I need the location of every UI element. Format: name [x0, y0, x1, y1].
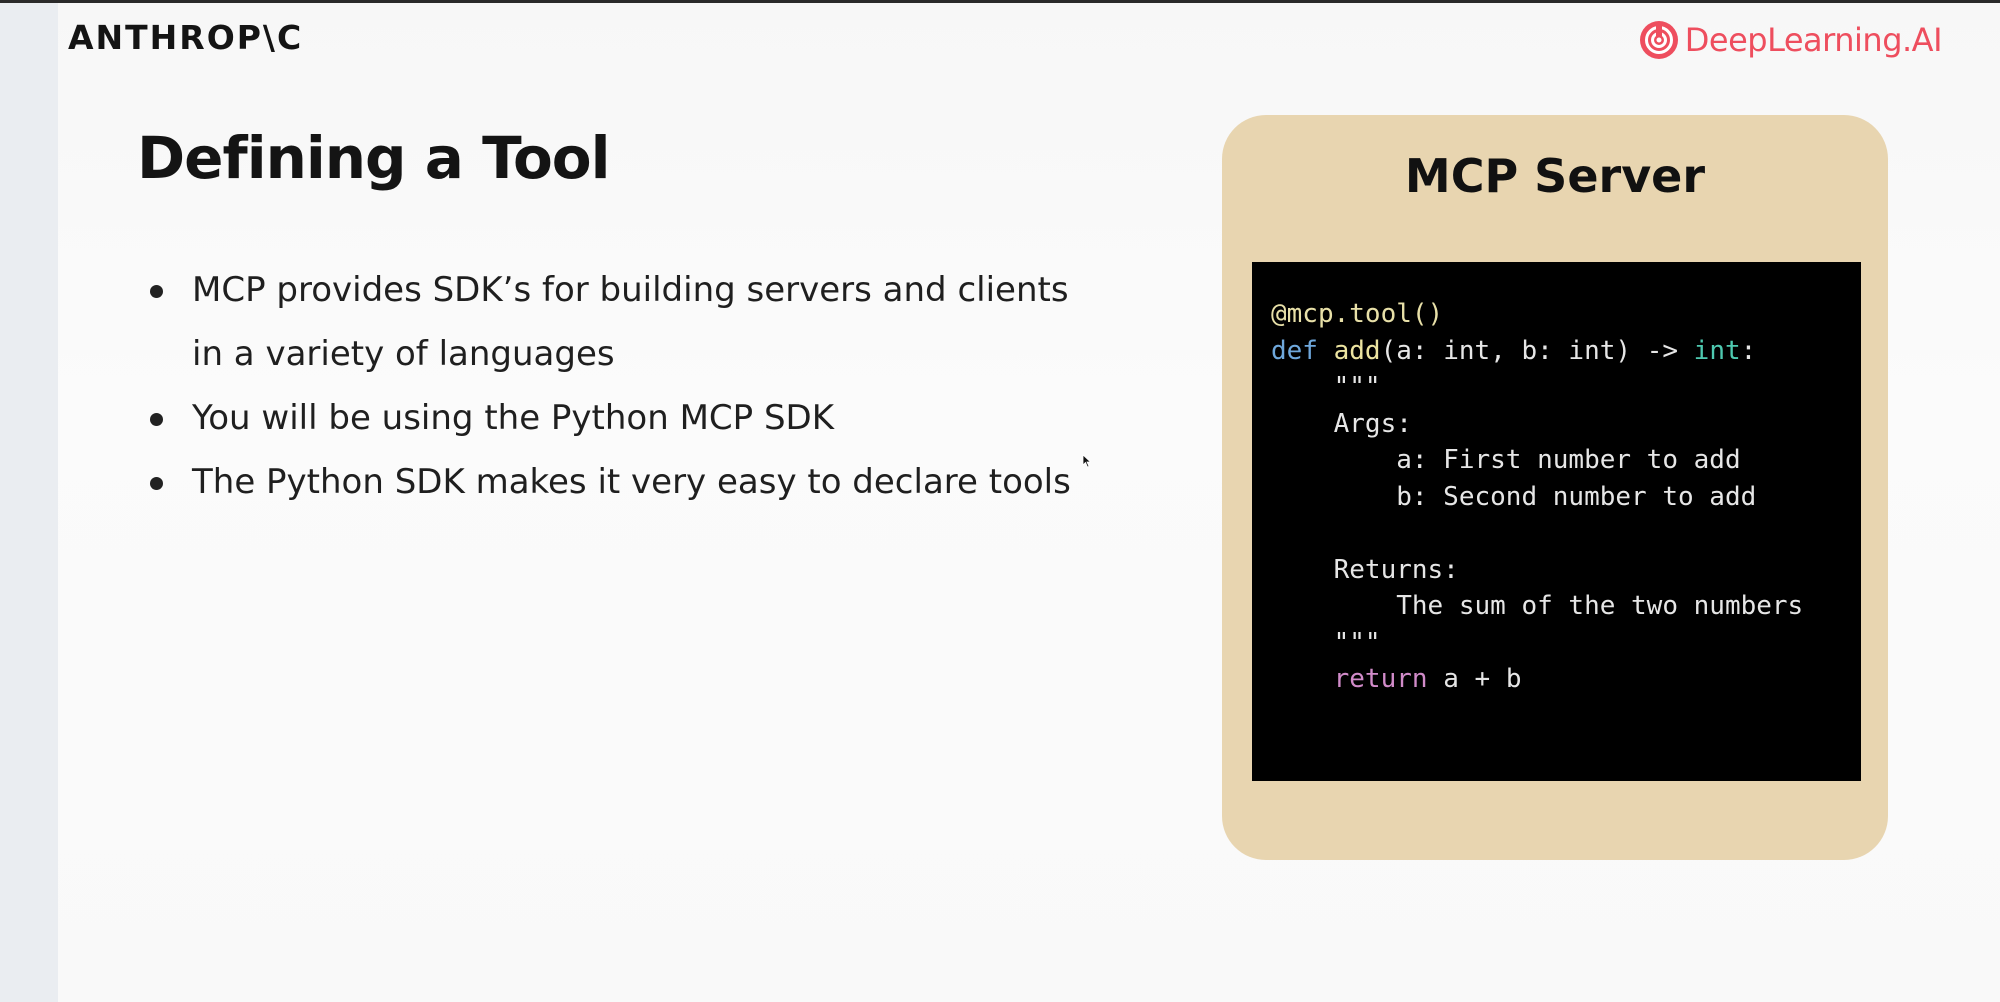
code-docstring-close: """	[1271, 627, 1381, 658]
bullet-dot-icon	[150, 477, 163, 490]
code-block: @mcp.tool() def add(a: int, b: int) -> i…	[1252, 262, 1861, 781]
window-top-border	[0, 0, 2000, 3]
code-return-keyword: return	[1333, 664, 1428, 694]
bullet-text: The Python SDK makes it very easy to dec…	[192, 462, 1071, 502]
code-signature-params: (a: int, b: int) ->	[1380, 335, 1694, 366]
mcp-server-card: MCP Server @mcp.tool() def add(a: int, b…	[1222, 115, 1888, 860]
code-signature-end: :	[1740, 335, 1757, 366]
bullet-text: You will be using the Python MCP SDK	[192, 398, 835, 438]
code-return-type: int	[1693, 335, 1741, 366]
bullet-list: MCP provides SDK’s for building servers …	[140, 258, 1100, 514]
mouse-pointer-icon	[1082, 454, 1092, 468]
code-listing: @mcp.tool() def add(a: int, b: int) -> i…	[1271, 296, 1803, 698]
code-returns-desc: The sum of the two numbers	[1271, 591, 1804, 621]
code-args-header: Args:	[1271, 408, 1412, 439]
code-docstring-open: """	[1271, 372, 1381, 402]
code-return-indent	[1271, 664, 1334, 694]
code-def-keyword: def	[1271, 335, 1318, 366]
slide-frame: ANTHROP\C DeepLearning.AI Defining a Too…	[0, 0, 2000, 1002]
code-returns-header: Returns:	[1271, 554, 1459, 585]
anthropic-logo: ANTHROP\C	[68, 18, 304, 57]
bullet-item: MCP provides SDK’s for building servers …	[140, 258, 1100, 386]
deeplearning-logo: DeepLearning.AI	[1639, 20, 1943, 60]
bullet-dot-icon	[150, 285, 163, 298]
code-function-name: add	[1333, 335, 1381, 366]
deeplearning-swirl-icon	[1639, 21, 1678, 59]
left-margin-strip	[0, 3, 58, 1002]
mcp-server-title: MCP Server	[1404, 149, 1706, 203]
bullet-dot-icon	[150, 413, 163, 426]
deeplearning-logo-text: DeepLearning.AI	[1684, 21, 1943, 59]
code-decorator: @mcp.tool()	[1271, 299, 1444, 329]
bullet-item: The Python SDK makes it very easy to dec…	[140, 450, 1100, 514]
bullet-text: MCP provides SDK’s for building servers …	[192, 270, 1069, 374]
bullet-item: You will be using the Python MCP SDK	[140, 386, 1100, 450]
code-arg-b: b: Second number to add	[1271, 481, 1757, 512]
slide-title: Defining a Tool	[137, 124, 611, 192]
code-return-expr: a + b	[1427, 664, 1522, 694]
code-arg-a: a: First number to add	[1271, 445, 1741, 475]
